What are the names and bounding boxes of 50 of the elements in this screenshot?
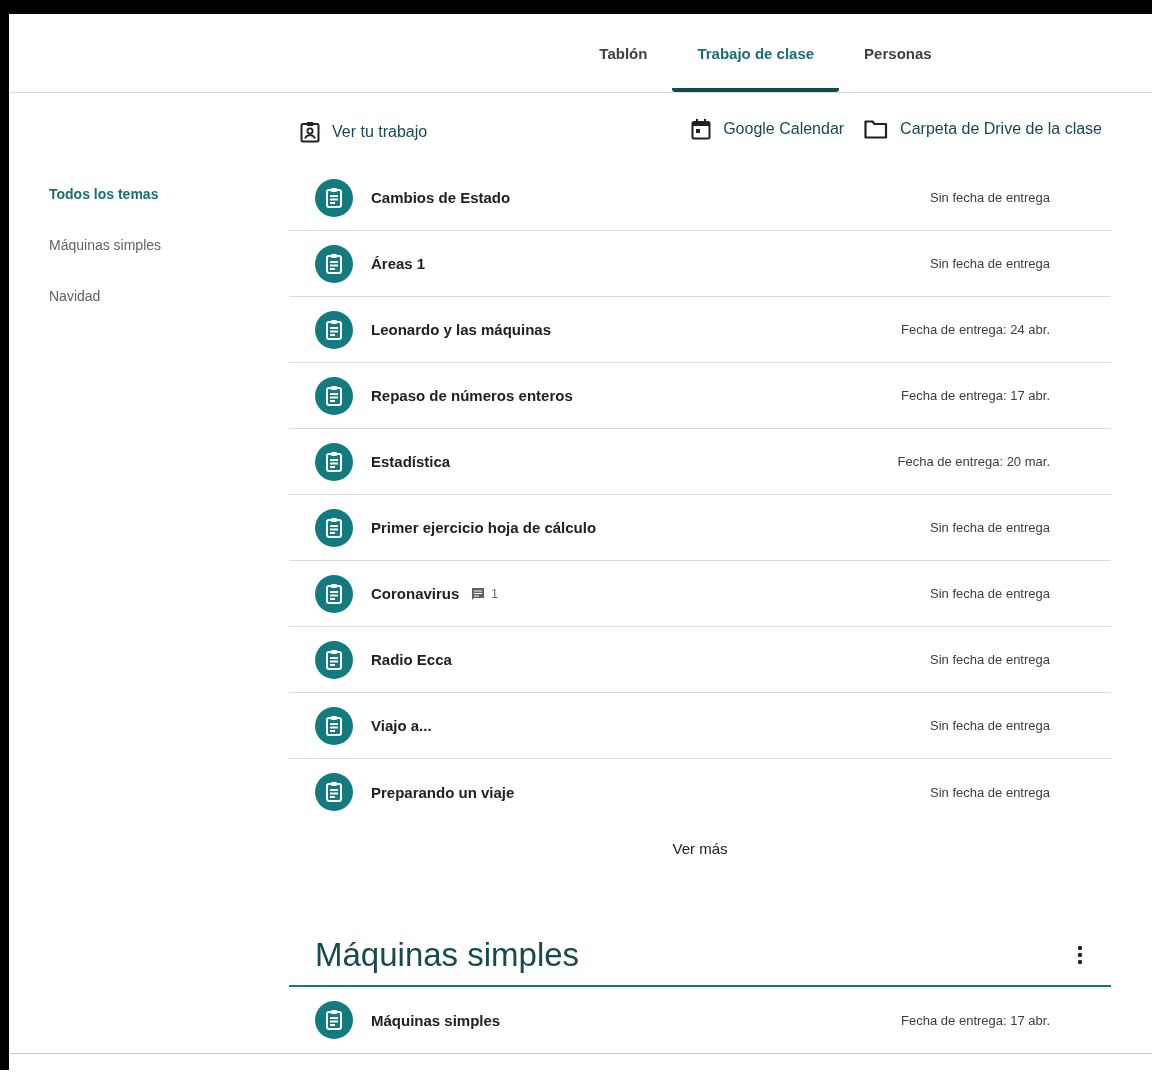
due-date: Sin fecha de entrega	[930, 718, 1050, 733]
assignment-icon	[315, 442, 353, 481]
assignment-icon	[315, 706, 353, 745]
assignment-title[interactable]: Preparando un viaje	[371, 783, 515, 801]
tab[interactable]: Trabajo de clase	[672, 14, 840, 92]
assignment-icon	[315, 178, 353, 217]
assignment-title[interactable]: Máquinas simples	[371, 1011, 501, 1029]
assignment-title[interactable]: Estadística	[371, 453, 451, 470]
topic-link[interactable]: Navidad	[49, 286, 101, 337]
assignment-icon	[315, 376, 353, 415]
assignment-title[interactable]: Viajo a...	[371, 717, 432, 734]
due-date: Sin fecha de entrega	[930, 520, 1050, 535]
your-work-link[interactable]: Ver tu trabajo	[300, 121, 428, 143]
due-date: Fecha de entrega: 24 abr.	[901, 322, 1050, 337]
assignment-title[interactable]: Radio Ecca	[371, 651, 452, 668]
drive-folder-link[interactable]: Carpeta de Drive de la clase	[864, 119, 1102, 139]
assignment-title[interactable]: Coronavirus	[371, 585, 460, 602]
calendar-icon	[691, 118, 712, 140]
assignment-icon	[315, 574, 353, 613]
assignment-icon	[315, 508, 353, 547]
comment-icon	[471, 586, 486, 601]
assignment-icon	[315, 640, 353, 679]
due-date: Fecha de entrega: 20 mar.	[897, 454, 1050, 469]
assignment-title[interactable]: Áreas 1	[371, 255, 426, 272]
due-date: Sin fecha de entrega	[930, 586, 1050, 601]
assignment-icon	[315, 310, 353, 349]
assignment-icon	[315, 773, 353, 811]
due-date: Sin fecha de entrega	[930, 652, 1050, 667]
calendar-link[interactable]: Google Calendar	[691, 118, 845, 140]
assignment-icon	[315, 1001, 353, 1039]
assignment-title[interactable]: Cambios de Estado	[371, 189, 511, 206]
assignment-title[interactable]: Leonardo y las máquinas	[371, 321, 552, 338]
tab[interactable]: Tablón	[574, 14, 673, 92]
assignment-title[interactable]: Primer ejercicio hoja de cálculo	[371, 519, 597, 536]
assignment-icon	[315, 244, 353, 283]
due-date: Sin fecha de entrega	[930, 190, 1050, 205]
topic-link[interactable]: Máquinas simples	[49, 235, 162, 286]
due-date: Sin fecha de entrega	[930, 784, 1050, 800]
view-more-button[interactable]: Ver más	[672, 839, 728, 857]
due-date: Fecha de entrega: 17 abr.	[901, 1012, 1050, 1028]
comment-count: 1	[491, 586, 499, 601]
due-date: Fecha de entrega: 17 abr.	[901, 388, 1050, 403]
assignment-title[interactable]: Repaso de números enteros	[371, 387, 573, 404]
topic-heading: Máquinas simples	[315, 936, 580, 974]
due-date: Sin fecha de entrega	[930, 256, 1050, 271]
tab[interactable]: Personas	[839, 14, 957, 92]
folder-icon	[864, 119, 889, 139]
topic-link[interactable]: Todos los temas	[49, 184, 159, 235]
more-options-icon[interactable]	[1077, 945, 1083, 965]
person-badge-icon	[300, 121, 320, 143]
